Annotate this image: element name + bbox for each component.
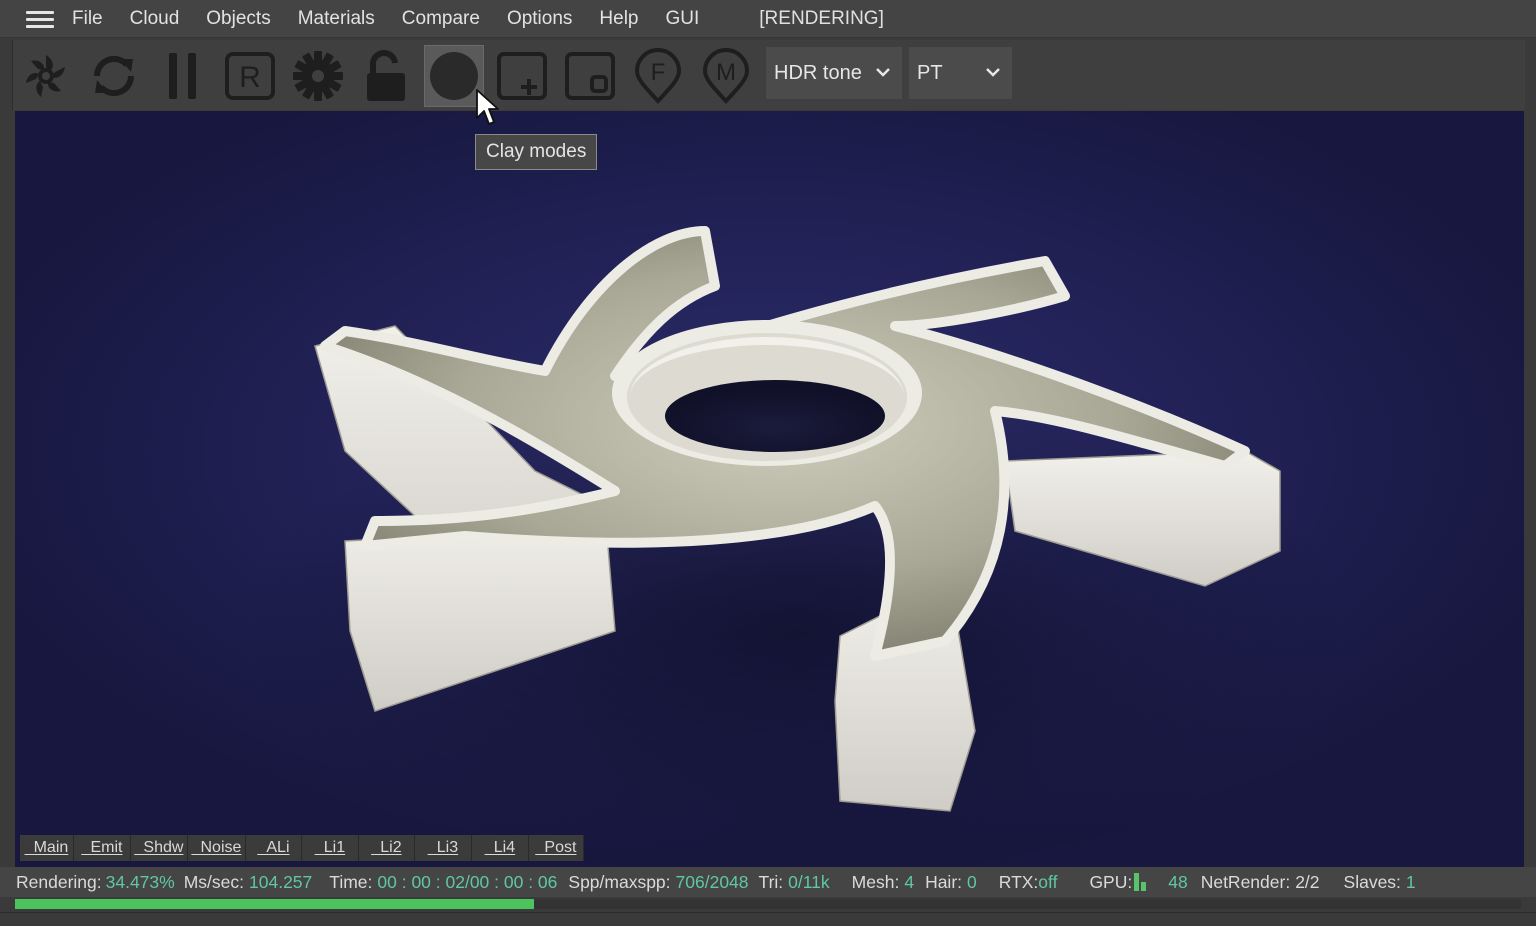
mesh-value: 4 <box>904 871 915 892</box>
render-viewport[interactable] <box>15 111 1524 867</box>
send-scene-button[interactable] <box>16 45 76 107</box>
time-value: 00 : 00 : 02/00 : 00 : 06 <box>377 871 558 892</box>
octane-logo-icon <box>26 55 65 97</box>
menu-materials[interactable]: Materials <box>298 8 375 30</box>
mouse-cursor-icon <box>476 89 499 125</box>
rendering-percent: 34.473% <box>105 871 175 892</box>
menu-file[interactable]: File <box>72 8 103 30</box>
rtx-value: off <box>1038 871 1058 892</box>
lock-resolution-button[interactable] <box>356 45 416 107</box>
material-picker-button[interactable]: M <box>696 45 756 107</box>
subsampling-button[interactable] <box>560 45 620 107</box>
rendered-object <box>235 226 1355 867</box>
render-pass-tabs: _Main _Emit _Shdw _Noise _ALi _Li1 _Li2 … <box>20 835 584 863</box>
render-progress-fill <box>15 899 535 909</box>
menu-options[interactable]: Options <box>507 8 572 30</box>
plus-box-icon <box>497 52 547 100</box>
tooltip-clay-modes: Clay modes <box>475 134 598 170</box>
menu-compare[interactable]: Compare <box>402 8 480 30</box>
mesh-label: Mesh: <box>851 871 900 892</box>
pass-tab-emit[interactable]: _Emit <box>74 835 131 861</box>
gpu-label: GPU: <box>1089 871 1133 892</box>
settings-button[interactable] <box>288 45 348 107</box>
netrender-label: NetRender: <box>1200 871 1291 892</box>
svg-text:M: M <box>716 59 736 86</box>
window-bottom-edge <box>0 912 1536 926</box>
menu-help[interactable]: Help <box>599 8 638 30</box>
tri-value: 0/11k <box>788 871 830 892</box>
menu-bar: File Cloud Objects Materials Compare Opt… <box>0 0 1536 38</box>
tone-mapping-value: HDR tone <box>774 61 862 84</box>
status-bar: Rendering: 34.473% Ms/sec: 104.257 Time:… <box>0 867 1536 897</box>
clay-mode-icon <box>430 52 478 100</box>
lock-open-icon <box>367 49 405 101</box>
pass-tab-shdw[interactable]: _Shdw <box>131 835 188 861</box>
spp-value: 706/2048 <box>675 871 749 892</box>
pass-tab-post[interactable]: _Post <box>529 835 584 861</box>
toolbar: R F M HDR tone PT <box>12 40 1525 110</box>
slaves-value: 1 <box>1405 871 1416 892</box>
pass-tab-ali[interactable]: _ALi <box>246 835 302 861</box>
slaves-label: Slaves: <box>1343 871 1401 892</box>
ms-sec-label: Ms/sec: <box>183 871 245 892</box>
spp-label: Spp/maxspp: <box>568 871 671 892</box>
pass-tab-li2[interactable]: _Li2 <box>359 835 415 861</box>
add-render-region-button[interactable] <box>492 45 552 107</box>
focus-picker-button[interactable]: F <box>628 45 688 107</box>
menu-gui[interactable]: GUI <box>666 8 700 30</box>
chevron-down-icon <box>876 68 890 77</box>
hair-value: 0 <box>967 871 977 892</box>
render-status-title: [RENDERING] <box>759 7 884 29</box>
render-region-button[interactable]: R <box>220 45 280 107</box>
hamburger-menu-icon[interactable] <box>26 9 54 29</box>
pause-render-button[interactable] <box>152 45 212 107</box>
pass-tab-li3[interactable]: _Li3 <box>415 835 472 861</box>
f-pin-icon: F <box>634 48 682 104</box>
gpu-usage-icon <box>1134 873 1150 891</box>
pass-tab-li4[interactable]: _Li4 <box>472 835 529 861</box>
kernel-value: PT <box>917 61 943 84</box>
rendering-label: Rendering: <box>16 871 102 892</box>
gpu-value: 48 <box>1168 871 1188 892</box>
m-pin-icon: M <box>702 48 750 104</box>
chevron-down-icon <box>986 68 1000 77</box>
netrender-value: 2/2 <box>1295 871 1320 892</box>
pause-icon <box>169 53 196 99</box>
pass-tab-main[interactable]: _Main <box>20 835 74 861</box>
refresh-icon <box>93 55 135 97</box>
region-box-icon <box>565 52 615 100</box>
menu-objects[interactable]: Objects <box>206 8 270 30</box>
time-label: Time: <box>329 871 373 892</box>
render-progress-bar <box>15 899 1521 909</box>
pass-tab-li1[interactable]: _Li1 <box>302 835 359 861</box>
ms-sec-value: 104.257 <box>249 871 313 892</box>
r-box-icon: R <box>225 52 275 100</box>
tone-mapping-dropdown[interactable]: HDR tone <box>766 47 902 99</box>
gear-icon <box>293 51 343 101</box>
restart-render-button[interactable] <box>84 45 144 107</box>
kernel-dropdown[interactable]: PT <box>909 47 1012 99</box>
pass-tab-noise[interactable]: _Noise <box>188 835 246 861</box>
hair-label: Hair: <box>925 871 963 892</box>
svg-text:F: F <box>651 59 666 86</box>
svg-text:R: R <box>239 61 261 94</box>
rtx-label: RTX: <box>998 871 1039 892</box>
menu-cloud[interactable]: Cloud <box>130 8 180 30</box>
tri-label: Tri: <box>758 871 784 892</box>
